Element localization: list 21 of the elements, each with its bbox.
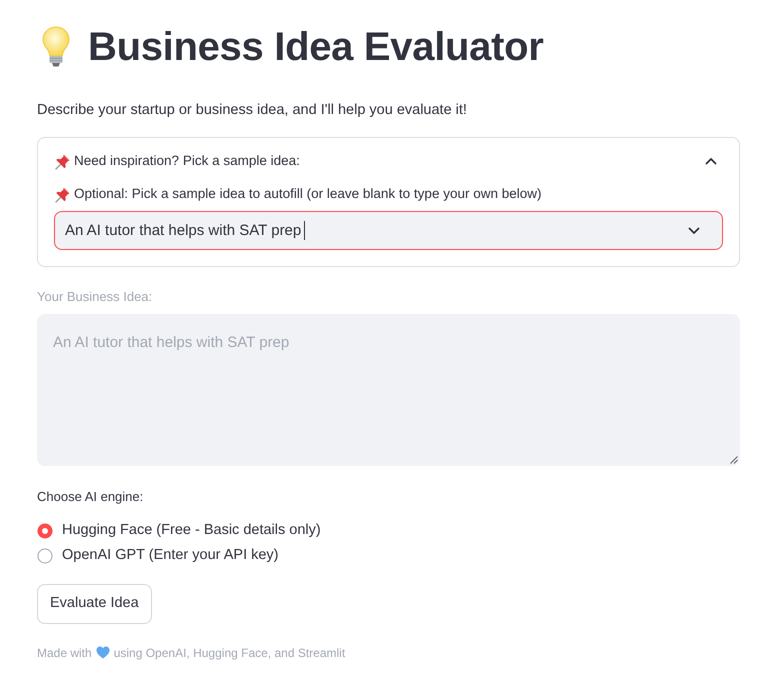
footer-text: Made with: [37, 644, 92, 662]
pushpin-icon: [54, 186, 71, 203]
chevron-up-icon[interactable]: [705, 157, 717, 166]
heart-icon: [96, 646, 110, 660]
radio-label[interactable]: Hugging Face (Free - Basic details only): [62, 520, 321, 542]
evaluate-button[interactable]: Evaluate Idea: [37, 584, 152, 624]
field-label: Your Business Idea:: [37, 289, 154, 306]
pushpin-icon: [54, 152, 71, 170]
sample-idea-select[interactable]: An AI tutor that helps with SAT prep: [54, 211, 723, 250]
radio-selected-icon[interactable]: [37, 523, 53, 540]
radio-icon[interactable]: [37, 548, 53, 564]
expander-header[interactable]: Need inspiration? Pick a sample idea:: [54, 138, 723, 184]
expander-title: Need inspiration? Pick a sample idea:: [74, 152, 300, 170]
footer-text: using OpenAI, Hugging Face, and Streamlit: [114, 644, 346, 662]
radio-label[interactable]: OpenAI GPT (Enter your API key): [62, 545, 279, 568]
page-title: Business Idea Evaluator: [88, 27, 544, 67]
radio-group-label: Choose AI engine:: [37, 488, 144, 506]
lightbulb-icon: [42, 26, 70, 68]
select-label: Optional: Pick a sample idea to autofill (or leave blank to type your own below): [74, 185, 542, 204]
intro-text: Describe your startup or business idea, and I'll help you evaluate it!: [37, 101, 468, 120]
chevron-down-icon: [688, 226, 700, 235]
